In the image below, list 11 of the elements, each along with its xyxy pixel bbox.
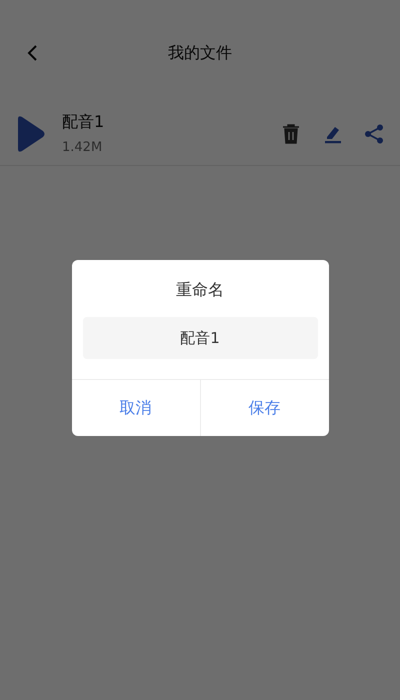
file-name: 配音1 — [62, 110, 106, 133]
cancel-button[interactable]: 取消 — [72, 380, 200, 436]
share-icon[interactable] — [364, 124, 384, 144]
page-title: 我的文件 — [168, 42, 232, 64]
dialog-title: 重命名 — [176, 279, 224, 301]
play-icon[interactable] — [16, 114, 46, 152]
file-size: 1.42M — [62, 138, 104, 157]
save-button[interactable]: 保存 — [200, 380, 328, 436]
name-field[interactable]: 配音1 — [82, 317, 318, 359]
trash-icon[interactable] — [282, 124, 300, 144]
back-icon — [26, 44, 38, 62]
